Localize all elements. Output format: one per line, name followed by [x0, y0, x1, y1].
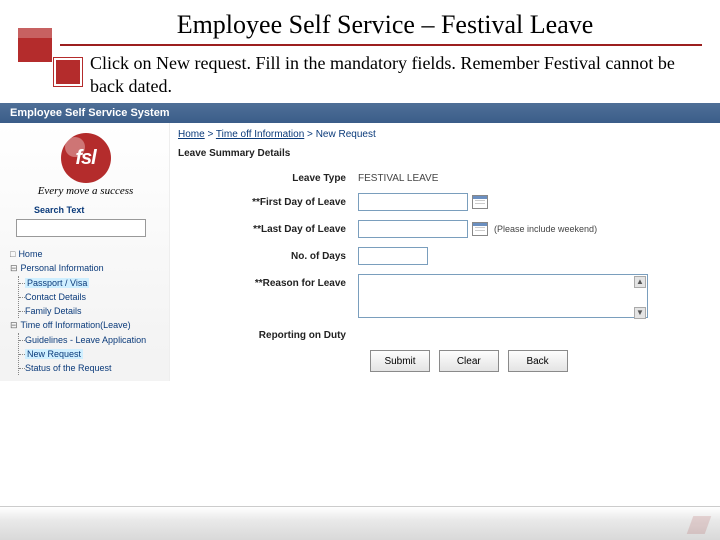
nav-contact-details[interactable]: Contact Details [23, 290, 165, 304]
clear-button[interactable]: Clear [439, 350, 499, 372]
calendar-icon[interactable] [472, 195, 488, 209]
back-button[interactable]: Back [508, 350, 568, 372]
last-day-hint: (Please include weekend) [494, 224, 597, 234]
bullet-box [54, 58, 82, 86]
footer-band [0, 506, 720, 540]
sidebar: fsl Every move a success Search Text Hom… [0, 123, 170, 381]
breadcrumb-current: New Request [316, 129, 376, 140]
title-underline [60, 44, 702, 46]
scroll-down-icon[interactable]: ▼ [634, 307, 646, 319]
page-title: Employee Self Service – Festival Leave [90, 10, 680, 40]
last-day-input[interactable] [358, 220, 468, 238]
panel-title: Leave Summary Details [178, 148, 712, 159]
first-day-label: **First Day of Leave [178, 197, 358, 208]
nav-new-request[interactable]: New Request [23, 347, 165, 361]
nav-family-details[interactable]: Family Details [23, 304, 165, 318]
nav-contact-details-label: Contact Details [25, 292, 86, 302]
nav-passport-visa-label: Passport / Visa [25, 278, 89, 288]
leave-type-label: Leave Type [178, 173, 358, 184]
brand-square [18, 28, 52, 62]
breadcrumb-section[interactable]: Time off Information [216, 129, 304, 140]
nav-home-label: Home [18, 249, 42, 259]
reason-textarea[interactable] [358, 274, 648, 318]
nav-home[interactable]: Home [6, 247, 165, 261]
brand-logo-text: fsl [75, 147, 95, 170]
nav-guidelines-label: Guidelines - Leave Application [25, 335, 146, 345]
nav-personal-label: Personal Information [21, 263, 104, 273]
leave-type-value: FESTIVAL LEAVE [358, 173, 438, 184]
nav-new-request-label: New Request [25, 349, 83, 359]
submit-button[interactable]: Submit [370, 350, 430, 372]
first-day-input[interactable] [358, 193, 468, 211]
nav-family-details-label: Family Details [25, 306, 82, 316]
main-panel: Home > Time off Information > New Reques… [170, 123, 720, 381]
nav-timeoff[interactable]: Time off Information(Leave) [6, 318, 165, 333]
instruction-text: Click on New request. Fill in the mandat… [90, 52, 712, 97]
nav-passport-visa[interactable]: Passport / Visa [23, 276, 165, 290]
nav-guidelines[interactable]: Guidelines - Leave Application [23, 333, 165, 347]
no-days-input[interactable] [358, 247, 428, 265]
reason-label: **Reason for Leave [178, 274, 358, 289]
breadcrumb: Home > Time off Information > New Reques… [178, 129, 712, 140]
nav-status-request[interactable]: Status of the Request [23, 361, 165, 375]
nav-tree: Home Personal Information Passport / Vis… [6, 247, 165, 375]
no-days-label: No. of Days [178, 251, 358, 262]
search-label: Search Text [34, 205, 165, 215]
calendar-icon[interactable] [472, 222, 488, 236]
reporting-label: Reporting on Duty [178, 330, 358, 341]
nav-status-request-label: Status of the Request [25, 363, 112, 373]
nav-timeoff-label: Time off Information(Leave) [21, 320, 131, 330]
last-day-label: **Last Day of Leave [178, 224, 358, 235]
breadcrumb-home[interactable]: Home [178, 129, 205, 140]
scroll-up-icon[interactable]: ▲ [634, 276, 646, 288]
nav-personal[interactable]: Personal Information [6, 261, 165, 276]
system-bar: Employee Self Service System [0, 103, 720, 123]
brand-logo: fsl [61, 133, 111, 183]
search-input[interactable] [16, 219, 146, 237]
brand-tagline: Every move a success [6, 185, 165, 197]
